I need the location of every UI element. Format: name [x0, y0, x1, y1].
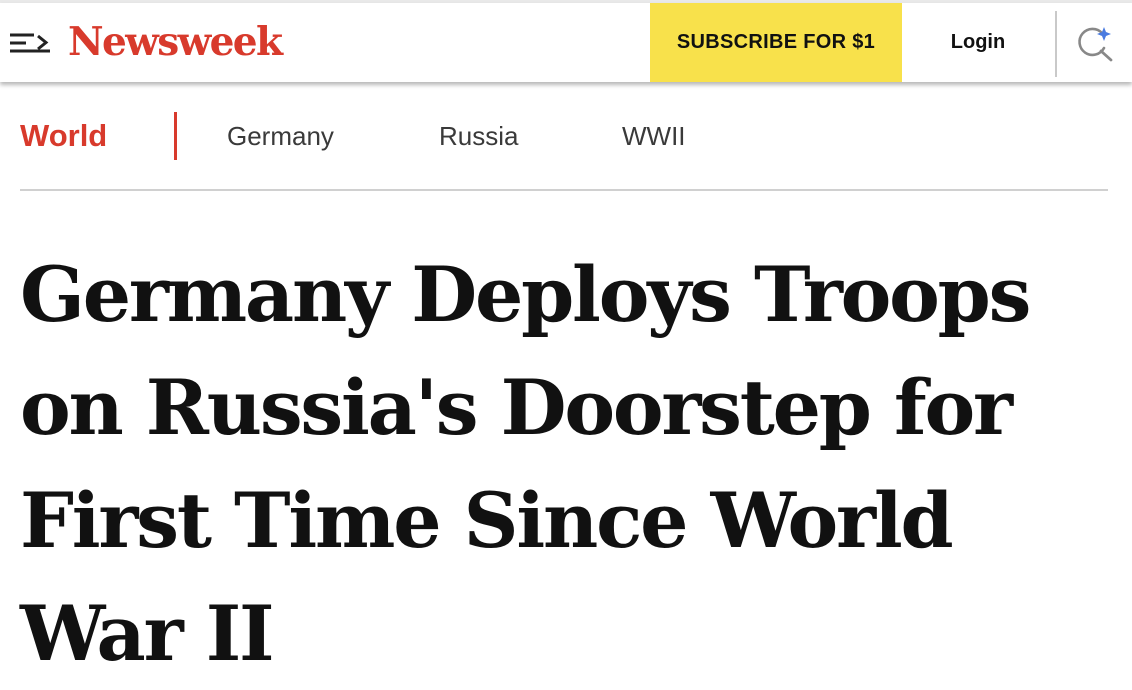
nav-item-russia[interactable]: Russia [439, 110, 518, 162]
site-header: Newsweek SUBSCRIBE FOR $1 Login [0, 3, 1132, 82]
section-nav: World Germany Russia WWII [20, 110, 1108, 162]
nav-divider [20, 189, 1108, 191]
header-divider [1055, 11, 1057, 77]
subscribe-button[interactable]: SUBSCRIBE FOR $1 [650, 3, 902, 82]
article-headline: Germany Deploys Troops on Russia's Doors… [20, 250, 1031, 678]
newsweek-logo[interactable]: Newsweek [68, 19, 283, 65]
nav-item-wwii[interactable]: WWII [622, 110, 686, 162]
login-button[interactable]: Login [903, 3, 1053, 82]
search-button[interactable] [1074, 23, 1118, 63]
nav-item-world[interactable]: World [20, 110, 107, 162]
nav-item-germany[interactable]: Germany [227, 110, 334, 162]
menu-button[interactable] [8, 27, 54, 59]
nav-separator [174, 112, 177, 160]
menu-arrow-icon [10, 33, 50, 53]
search-sparkle-icon [1078, 27, 1113, 62]
